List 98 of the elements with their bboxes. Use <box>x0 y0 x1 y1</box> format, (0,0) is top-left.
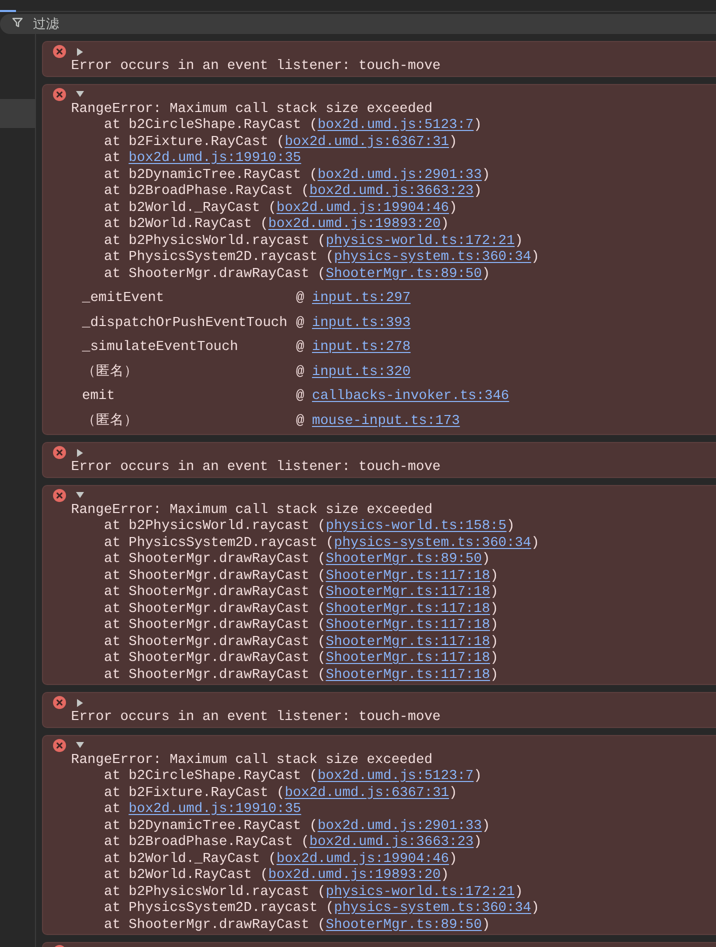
expand-triangle-icon[interactable] <box>76 448 84 456</box>
stack-trace-line: at ShooterMgr.drawRayCast (ShooterMgr.ts:117:18) <box>103 618 500 634</box>
source-link[interactable]: ShooterMgr.ts:117:18 <box>326 585 490 600</box>
stack-trace-line: at b2BroadPhase.RayCast (box2d.umd.js:3663:23) <box>103 184 483 200</box>
source-link[interactable]: input.ts:278 <box>312 340 411 356</box>
function-name: _emitEvent <box>82 291 166 308</box>
stack-trace-line: at box2d.umd.js:19910:35 <box>103 151 302 168</box>
source-link[interactable]: box2d.umd.js:19893:20 <box>268 868 441 883</box>
source-link[interactable]: ShooterMgr.ts:89:50 <box>326 552 482 567</box>
stack-trace-line: at ShooterMgr.drawRayCast (ShooterMgr.ts:89:50) <box>103 552 492 568</box>
function-name: _dispatchOrPushEventTouch <box>82 316 288 332</box>
at-sign: @ <box>296 340 306 356</box>
at-sign: @ <box>296 291 306 308</box>
stack-trace-line: at b2PhysicsWorld.raycast (physics-world.ts:158:5) <box>103 519 516 536</box>
stack-trace-line: at b2PhysicsWorld.raycast (physics-world.ts:172:21) <box>103 884 524 901</box>
stack-trace-line: at ShooterMgr.drawRayCast (ShooterMgr.ts:117:18) <box>103 568 500 585</box>
function-name: （匿名） <box>82 414 139 430</box>
source-link[interactable]: mouse-input.ts:173 <box>312 414 460 430</box>
source-link[interactable]: physics-world.ts:172:21 <box>326 884 515 900</box>
stack-trace-line: at b2World._RayCast (box2d.umd.js:19904:46) <box>103 200 458 217</box>
source-link[interactable]: physics-system.ts:360:34 <box>334 901 532 916</box>
source-link[interactable]: box2d.umd.js:6367:31 <box>284 134 449 150</box>
source-link[interactable]: box2d.umd.js:19904:46 <box>276 200 449 216</box>
source-link[interactable]: box2d.umd.js:6367:31 <box>284 786 449 800</box>
source-link[interactable]: ShooterMgr.ts:117:18 <box>326 668 490 682</box>
stack-trace-line: at box2d.umd.js:19910:35 <box>103 802 302 818</box>
source-link[interactable]: ShooterMgr.ts:117:18 <box>326 602 490 616</box>
error-icon <box>53 488 66 502</box>
filter-icon <box>12 17 23 28</box>
stack-trace-line: at b2PhysicsWorld.raycast (physics-world.ts:172:21) <box>103 234 524 250</box>
stack-trace-line: at PhysicsSystem2D.raycast (physics-system.ts:360:34) <box>103 901 540 918</box>
stack-trace-line: at b2Fixture.RayCast (box2d.umd.js:6367:31) <box>103 786 458 802</box>
source-link[interactable]: box2d.umd.js:2901:33 <box>318 168 482 182</box>
stack-trace-line: at b2Fixture.RayCast (box2d.umd.js:6367:31) <box>103 134 458 151</box>
source-link[interactable]: box2d.umd.js:3663:23 <box>309 835 474 850</box>
function-name: _simulateEventTouch <box>82 340 240 356</box>
error-icon <box>53 696 66 709</box>
stack-trace-line: at b2BroadPhase.RayCast (box2d.umd.js:3663:23) <box>103 835 483 852</box>
stack-trace-line: at b2World._RayCast (box2d.umd.js:19904:46) <box>103 852 458 868</box>
stack-trace-line: at b2CircleShape.RayCast (box2d.umd.js:5123:7) <box>103 118 483 134</box>
expand-triangle-icon[interactable] <box>76 48 84 56</box>
stack-trace-line: at ShooterMgr.drawRayCast (ShooterMgr.ts:89:50) <box>103 918 492 934</box>
at-sign: @ <box>296 389 306 406</box>
stack-trace-line: at ShooterMgr.drawRayCast (ShooterMgr.ts:117:18) <box>103 602 500 618</box>
source-link[interactable]: physics-system.ts:360:34 <box>334 250 532 265</box>
stack-trace-line: at ShooterMgr.drawRayCast (ShooterMgr.ts:117:18) <box>103 585 500 602</box>
source-link[interactable]: box2d.umd.js:19893:20 <box>268 217 441 232</box>
source-link[interactable]: box2d.umd.js:19910:35 <box>128 802 302 817</box>
source-link[interactable]: box2d.umd.js:19904:46 <box>276 852 449 866</box>
collapse-triangle-icon[interactable] <box>76 741 84 749</box>
source-link[interactable]: box2d.umd.js:19910:35 <box>128 151 302 166</box>
source-link[interactable]: box2d.umd.js:2901:33 <box>318 818 482 834</box>
at-sign: @ <box>296 316 306 332</box>
error-text: Error occurs in an event listener: touch-move <box>71 59 442 76</box>
expand-triangle-icon[interactable] <box>76 698 84 706</box>
error-icon <box>53 88 66 100</box>
stack-trace-line: at PhysicsSystem2D.raycast (physics-system.ts:360:34) <box>103 536 540 552</box>
stack-trace-line: at ShooterMgr.drawRayCast (ShooterMgr.ts:117:18) <box>103 668 500 684</box>
source-link[interactable]: box2d.umd.js:5123:7 <box>318 769 474 784</box>
source-link[interactable]: physics-world.ts:172:21 <box>326 234 515 248</box>
error-icon <box>53 446 66 459</box>
source-link[interactable]: callbacks-invoker.ts:346 <box>312 389 510 406</box>
source-link[interactable]: ShooterMgr.ts:89:50 <box>326 918 482 932</box>
stack-trace-line: at ShooterMgr.drawRayCast (ShooterMgr.ts:117:18) <box>103 634 500 651</box>
at-sign: @ <box>296 414 306 430</box>
source-link[interactable]: input.ts:297 <box>312 291 411 308</box>
error-text: Error occurs in an event listener: touch-move <box>71 460 442 476</box>
source-link[interactable]: box2d.umd.js:5123:7 <box>318 118 474 133</box>
source-link[interactable]: ShooterMgr.ts:117:18 <box>326 634 490 650</box>
source-link[interactable]: physics-world.ts:158:5 <box>326 519 506 534</box>
source-link[interactable]: input.ts:320 <box>312 364 411 381</box>
error-icon <box>53 45 66 58</box>
filter-field[interactable]: 过滤 <box>0 14 716 34</box>
error-text: Error occurs in an event listener: touch-move <box>71 710 442 726</box>
error-icon <box>53 738 66 752</box>
function-name: emit <box>82 389 116 406</box>
stack-trace-line: at b2DynamicTree.RayCast (box2d.umd.js:2901:33) <box>103 818 492 835</box>
source-link[interactable]: input.ts:393 <box>312 316 411 332</box>
error-text: RangeError: Maximum call stack size exceeded <box>71 502 434 519</box>
source-link[interactable]: box2d.umd.js:3663:23 <box>309 184 474 199</box>
stack-trace-line: at b2World.RayCast (box2d.umd.js:19893:20) <box>103 217 450 234</box>
source-link[interactable]: ShooterMgr.ts:117:18 <box>326 568 490 584</box>
at-sign: @ <box>296 364 306 381</box>
collapse-triangle-icon[interactable] <box>76 90 84 98</box>
function-name: （匿名） <box>82 364 139 381</box>
error-text: RangeError: Maximum call stack size exceeded <box>71 102 434 118</box>
source-link[interactable]: ShooterMgr.ts:89:50 <box>326 266 482 282</box>
stack-trace-line: at ShooterMgr.drawRayCast (ShooterMgr.ts:89:50) <box>103 266 492 283</box>
stack-trace-line: at b2DynamicTree.RayCast (box2d.umd.js:2901:33) <box>103 168 492 184</box>
stack-trace-line: at ShooterMgr.drawRayCast (ShooterMgr.ts:117:18) <box>103 651 500 668</box>
stack-trace-line: at b2World.RayCast (box2d.umd.js:19893:20) <box>103 868 450 884</box>
source-link[interactable]: physics-system.ts:360:34 <box>334 536 532 550</box>
source-link[interactable]: ShooterMgr.ts:117:18 <box>326 618 490 633</box>
stack-trace-line: at b2CircleShape.RayCast (box2d.umd.js:5123:7) <box>103 769 483 786</box>
source-link[interactable]: ShooterMgr.ts:117:18 <box>326 651 490 666</box>
stack-trace-line: at PhysicsSystem2D.raycast (physics-system.ts:360:34) <box>103 250 540 266</box>
collapse-triangle-icon[interactable] <box>76 491 84 499</box>
error-text: RangeError: Maximum call stack size exceeded <box>71 752 434 769</box>
